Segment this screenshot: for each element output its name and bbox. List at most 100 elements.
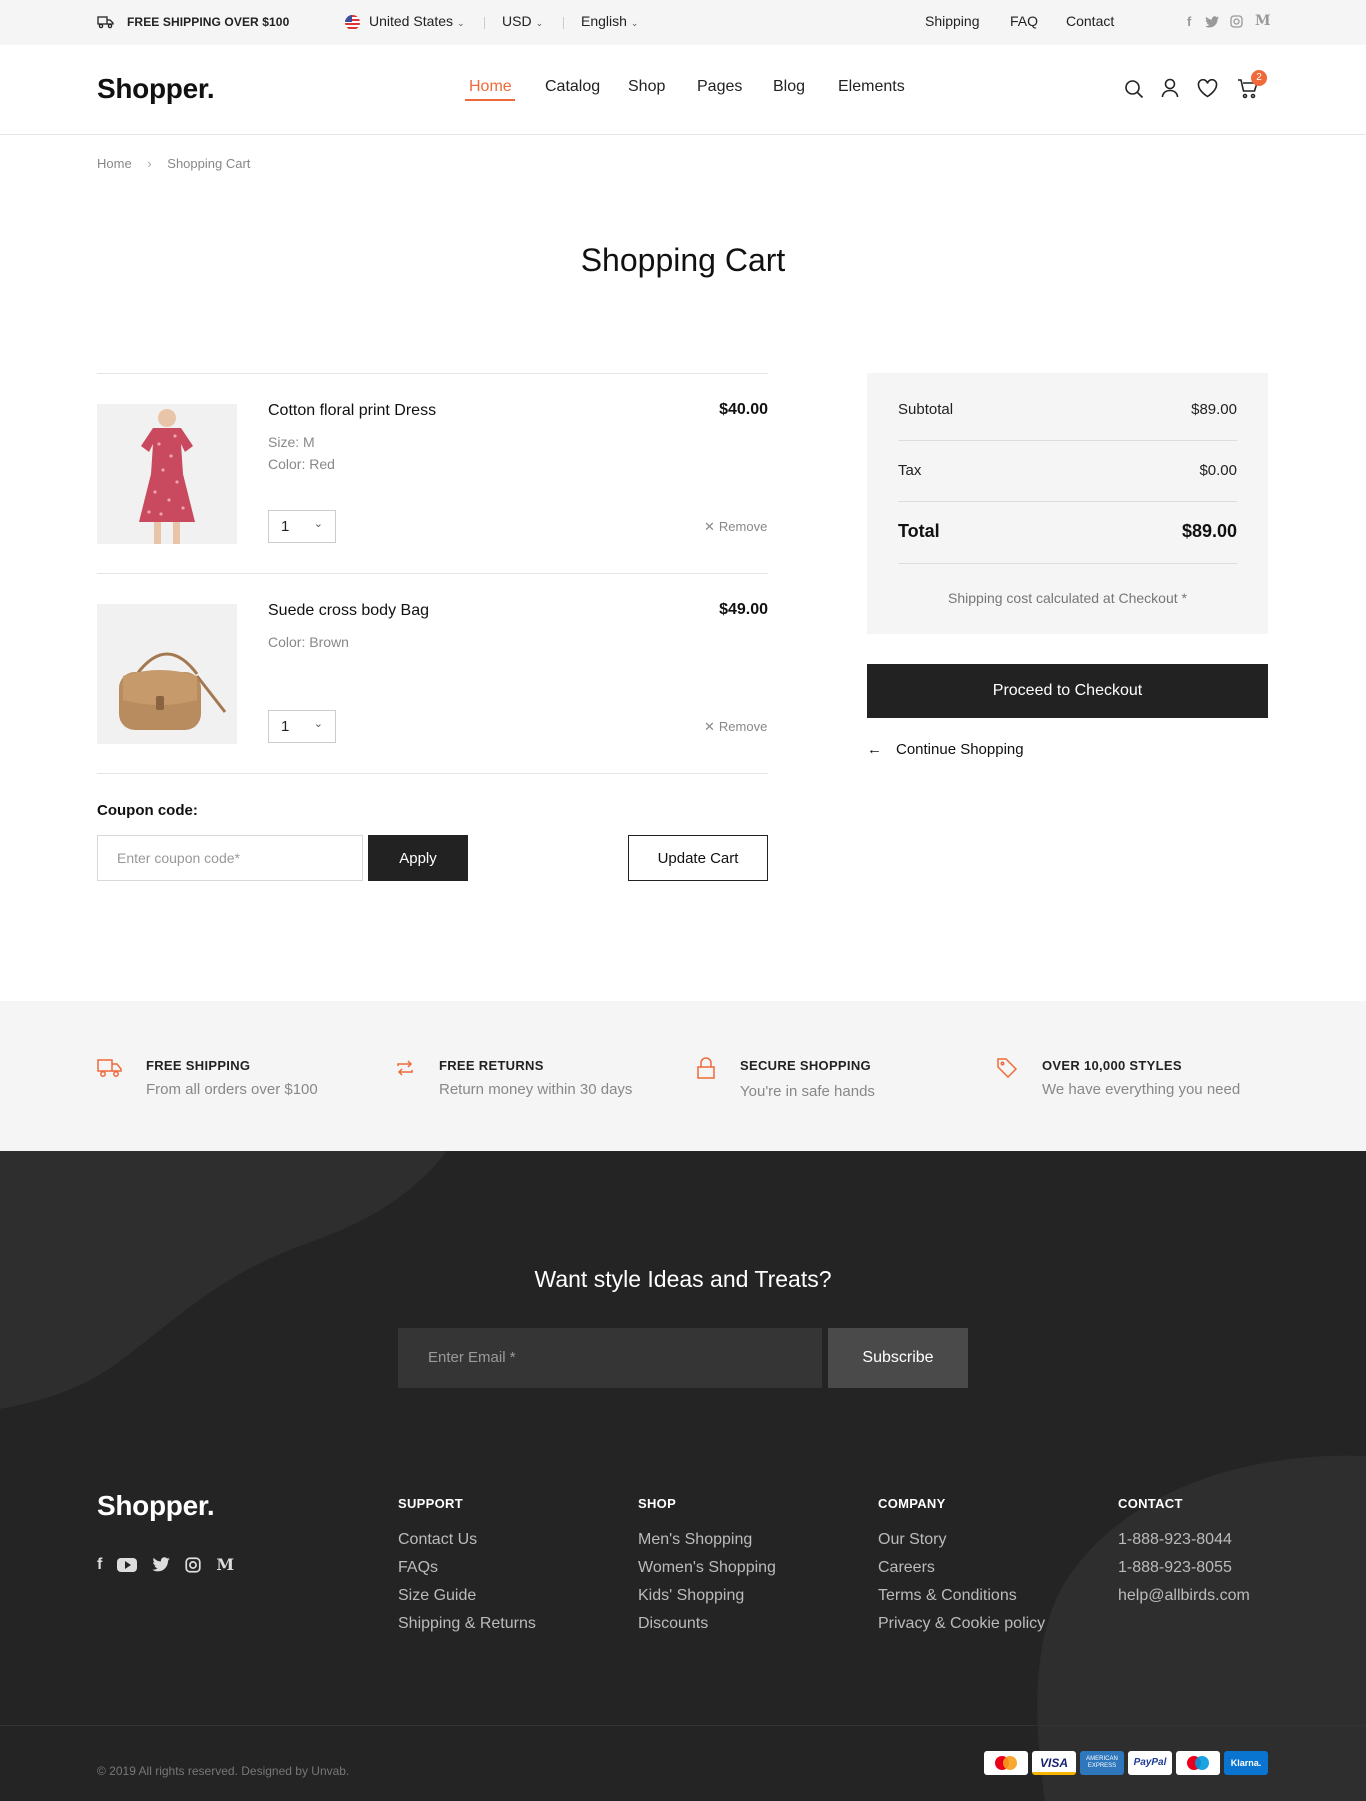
site-logo[interactable]: Shopper.: [97, 73, 215, 105]
divider: [484, 17, 485, 29]
feature-subtitle: Return money within 30 days: [439, 1081, 633, 1098]
footer-phone[interactable]: 1-888-923-8044: [1118, 1531, 1232, 1549]
country-selector[interactable]: United States ⌄: [369, 13, 465, 31]
currency-selector[interactable]: USD ⌄: [502, 13, 543, 31]
footer-link[interactable]: Women's Shopping: [638, 1559, 776, 1577]
nav-blog[interactable]: Blog: [773, 78, 805, 96]
remove-item-button[interactable]: ✕ Remove: [704, 719, 767, 735]
currency-label: USD: [502, 13, 532, 29]
shipping-link[interactable]: Shipping: [925, 13, 980, 29]
checkout-button[interactable]: Proceed to Checkout: [867, 664, 1268, 718]
nav-elements[interactable]: Elements: [838, 78, 905, 96]
subtotal-value: $89.00: [1191, 401, 1237, 418]
coupon-label: Coupon code:: [97, 802, 198, 819]
chevron-down-icon: ⌄: [313, 718, 323, 730]
tax-value: $0.00: [1199, 462, 1237, 479]
twitter-icon[interactable]: [152, 1557, 171, 1572]
footer-link[interactable]: Discounts: [638, 1615, 708, 1633]
quantity-select[interactable]: 1 ⌄: [268, 710, 336, 743]
subscribe-button[interactable]: Subscribe: [828, 1328, 968, 1388]
feature-subtitle: From all orders over $100: [146, 1081, 318, 1098]
twitter-icon[interactable]: [1205, 16, 1219, 28]
nav-catalog[interactable]: Catalog: [545, 78, 600, 96]
footer-social-links: f M: [97, 1555, 234, 1574]
continue-shopping-label: Continue Shopping: [896, 741, 1024, 758]
divider: [563, 17, 564, 29]
product-image-dress[interactable]: [97, 404, 237, 544]
quantity-select[interactable]: 1 ⌄: [268, 510, 336, 543]
footer-link[interactable]: Privacy & Cookie policy: [878, 1615, 1045, 1633]
footer-link[interactable]: Contact Us: [398, 1531, 477, 1549]
cart-count-badge: 2: [1251, 70, 1267, 86]
page-title: Shopping Cart: [580, 242, 786, 278]
active-nav-indicator: [465, 99, 515, 101]
chevron-down-icon: ⌄: [457, 18, 465, 28]
divider: [0, 1725, 1366, 1726]
nav-shop[interactable]: Shop: [628, 78, 665, 96]
remove-label: Remove: [718, 519, 768, 534]
returns-icon: [396, 1058, 414, 1078]
footer-link[interactable]: Men's Shopping: [638, 1531, 752, 1549]
item-price: $40.00: [719, 401, 768, 418]
footer-column-title: COMPANY: [878, 1496, 946, 1511]
apply-coupon-button[interactable]: Apply: [368, 835, 468, 881]
truck-icon: [97, 15, 114, 29]
remove-item-button[interactable]: ✕ Remove: [704, 519, 767, 535]
footer-background-shapes: [0, 1151, 1366, 1801]
lock-icon: [697, 1057, 715, 1079]
footer-phone[interactable]: 1-888-923-8055: [1118, 1559, 1232, 1577]
chevron-down-icon: ⌄: [630, 18, 639, 28]
divider: [97, 773, 768, 774]
product-image-bag[interactable]: [97, 604, 237, 744]
free-shipping-note: FREE SHIPPING OVER $100: [127, 15, 290, 29]
tag-icon: [997, 1058, 1017, 1078]
item-name[interactable]: Cotton floral print Dress: [268, 402, 436, 420]
close-icon: ✕: [704, 519, 715, 534]
instagram-icon[interactable]: [1230, 15, 1243, 28]
arrow-left-icon: ←: [867, 741, 882, 758]
feature-subtitle: We have everything you need: [1042, 1081, 1241, 1098]
us-flag-icon: [345, 15, 360, 30]
heart-icon[interactable]: [1197, 79, 1218, 98]
total-label: Total: [898, 521, 940, 541]
faq-link[interactable]: FAQ: [1010, 13, 1038, 29]
footer-logo[interactable]: Shopper.: [97, 1490, 215, 1522]
footer-link[interactable]: Our Story: [878, 1531, 946, 1549]
search-icon[interactable]: [1124, 79, 1144, 99]
footer-link[interactable]: FAQs: [398, 1559, 438, 1577]
amex-line-1: AMERICAN: [1086, 1756, 1118, 1762]
breadcrumb-home[interactable]: Home: [97, 156, 132, 171]
email-input[interactable]: Enter Email *: [398, 1328, 822, 1388]
medium-icon[interactable]: M: [216, 1555, 234, 1574]
footer-link[interactable]: Careers: [878, 1559, 935, 1577]
user-icon[interactable]: [1161, 78, 1179, 98]
breadcrumb: Home › Shopping Cart: [97, 156, 250, 171]
nav-pages[interactable]: Pages: [697, 78, 742, 96]
facebook-icon[interactable]: f: [97, 1556, 102, 1574]
footer-link[interactable]: Terms & Conditions: [878, 1587, 1017, 1605]
item-price: $49.00: [719, 601, 768, 618]
footer-link[interactable]: Kids' Shopping: [638, 1587, 744, 1605]
truck-icon: [97, 1058, 123, 1078]
item-name[interactable]: Suede cross body Bag: [268, 602, 429, 620]
feature-subtitle: You're in safe hands: [740, 1083, 875, 1100]
footer-email[interactable]: help@allbirds.com: [1118, 1587, 1250, 1605]
coupon-input[interactable]: Enter coupon code*: [97, 835, 363, 881]
instagram-icon[interactable]: [185, 1556, 201, 1573]
facebook-icon[interactable]: f: [1187, 14, 1191, 29]
youtube-icon[interactable]: [117, 1557, 138, 1572]
feature-title: FREE SHIPPING: [146, 1058, 251, 1073]
continue-shopping-link[interactable]: ← Continue Shopping: [867, 741, 1024, 758]
divider: [898, 563, 1237, 564]
contact-link[interactable]: Contact: [1066, 13, 1114, 29]
chevron-down-icon: ⌄: [535, 18, 544, 28]
shipping-note: Shipping cost calculated at Checkout *: [948, 590, 1187, 606]
update-cart-button[interactable]: Update Cart: [628, 835, 768, 881]
nav-home[interactable]: Home: [469, 78, 512, 96]
language-selector[interactable]: English ⌄: [581, 13, 638, 31]
footer-link[interactable]: Size Guide: [398, 1587, 476, 1605]
item-color: Color: Red: [268, 456, 335, 472]
footer-column-title: CONTACT: [1118, 1496, 1183, 1511]
medium-icon[interactable]: M: [1255, 13, 1271, 29]
footer-link[interactable]: Shipping & Returns: [398, 1615, 536, 1633]
